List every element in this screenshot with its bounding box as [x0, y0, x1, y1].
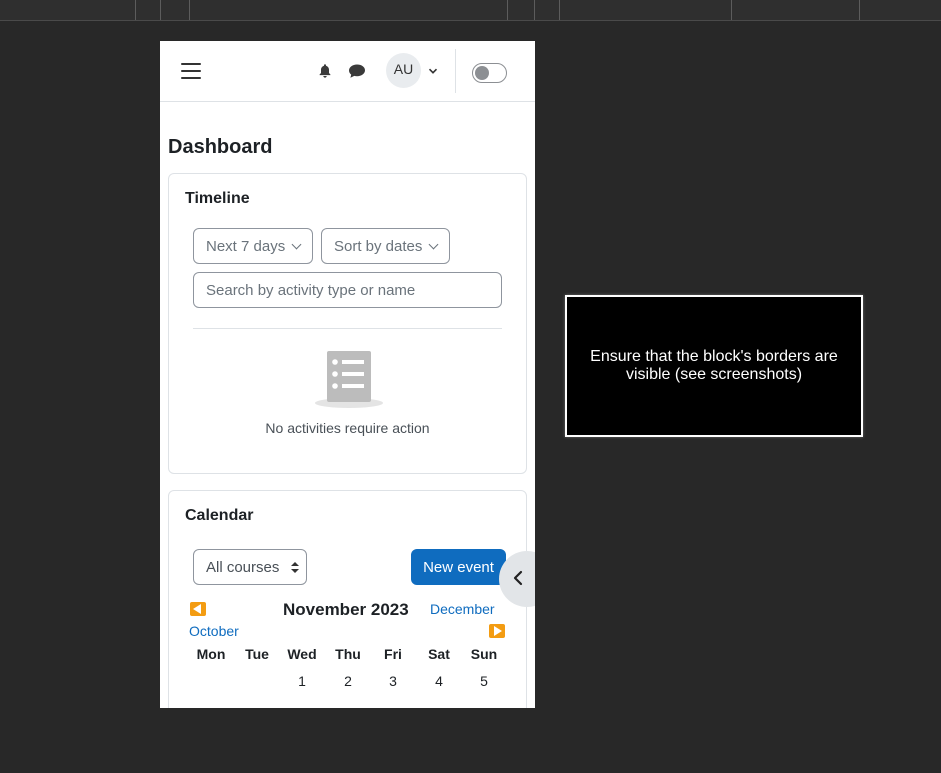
next-month-link[interactable]: December: [430, 601, 495, 617]
courses-select[interactable]: All courses: [193, 549, 307, 585]
weekday-header: Wed: [287, 646, 317, 662]
edit-mode-toggle[interactable]: [472, 63, 507, 83]
ruler-tick: [731, 0, 732, 20]
ruler-tick: [160, 0, 161, 20]
mobile-viewport: AU Dashboard Timeline Next 7 days Sort b…: [160, 41, 535, 708]
user-avatar[interactable]: AU: [386, 53, 421, 88]
calendar-block: Calendar All courses New event November …: [168, 490, 527, 708]
timeline-block: Timeline Next 7 days Sort by dates No ac…: [168, 173, 527, 474]
weekday-header: Mon: [196, 646, 226, 662]
instruction-note-text: Ensure that the block's borders are visi…: [590, 347, 838, 383]
navbar: AU: [160, 41, 535, 102]
weekday-header: Thu: [335, 646, 361, 662]
chevron-left-icon: [513, 570, 523, 586]
empty-list-icon: [315, 351, 383, 408]
ruler-tick: [189, 0, 190, 20]
ruler-tick: [559, 0, 560, 20]
timeline-filter-label: Next 7 days: [206, 237, 286, 255]
weekday-header: Tue: [245, 646, 269, 662]
calendar-day[interactable]: 3: [370, 673, 416, 689]
timeline-filter-dropdown[interactable]: Next 7 days: [193, 228, 313, 264]
calendar-title: Calendar: [185, 507, 254, 524]
timeline-search-input[interactable]: [193, 272, 502, 308]
calendar-day[interactable]: 1: [279, 673, 325, 689]
ruler-tick: [859, 0, 860, 20]
chevron-down-icon[interactable]: [428, 66, 438, 76]
ruler-bar: [0, 0, 941, 21]
chevron-down-icon: [291, 239, 302, 249]
prev-month-link[interactable]: October: [189, 623, 239, 639]
calendar-day[interactable]: 5: [461, 673, 507, 689]
menu-icon[interactable]: [180, 61, 204, 81]
weekday-header: Sat: [428, 646, 450, 662]
divider: [193, 328, 502, 329]
bell-icon[interactable]: [317, 63, 333, 79]
next-month-arrow-icon[interactable]: [489, 624, 505, 638]
chat-icon[interactable]: [347, 63, 367, 79]
toggle-knob: [475, 66, 489, 80]
sort-arrows-icon: [291, 561, 300, 573]
ruler-tick: [534, 0, 535, 20]
timeline-title: Timeline: [185, 190, 250, 207]
chevron-down-icon: [428, 239, 439, 249]
calendar-day[interactable]: 4: [416, 673, 462, 689]
timeline-empty-message: No activities require action: [265, 420, 430, 436]
instruction-note: Ensure that the block's borders are visi…: [565, 295, 863, 437]
ruler-tick: [135, 0, 136, 20]
prev-month-arrow-icon[interactable]: [190, 602, 206, 616]
weekday-header: Fri: [384, 646, 402, 662]
calendar-day[interactable]: 2: [325, 673, 371, 689]
ruler-tick: [507, 0, 508, 20]
page-title: Dashboard: [168, 136, 273, 158]
timeline-sort-label: Sort by dates: [334, 237, 423, 255]
nav-divider: [455, 49, 456, 93]
weekday-header: Sun: [470, 646, 498, 662]
courses-select-label: All courses: [206, 558, 280, 576]
new-event-button[interactable]: New event: [411, 549, 506, 585]
month-title: November 2023: [283, 600, 409, 619]
timeline-sort-dropdown[interactable]: Sort by dates: [321, 228, 450, 264]
